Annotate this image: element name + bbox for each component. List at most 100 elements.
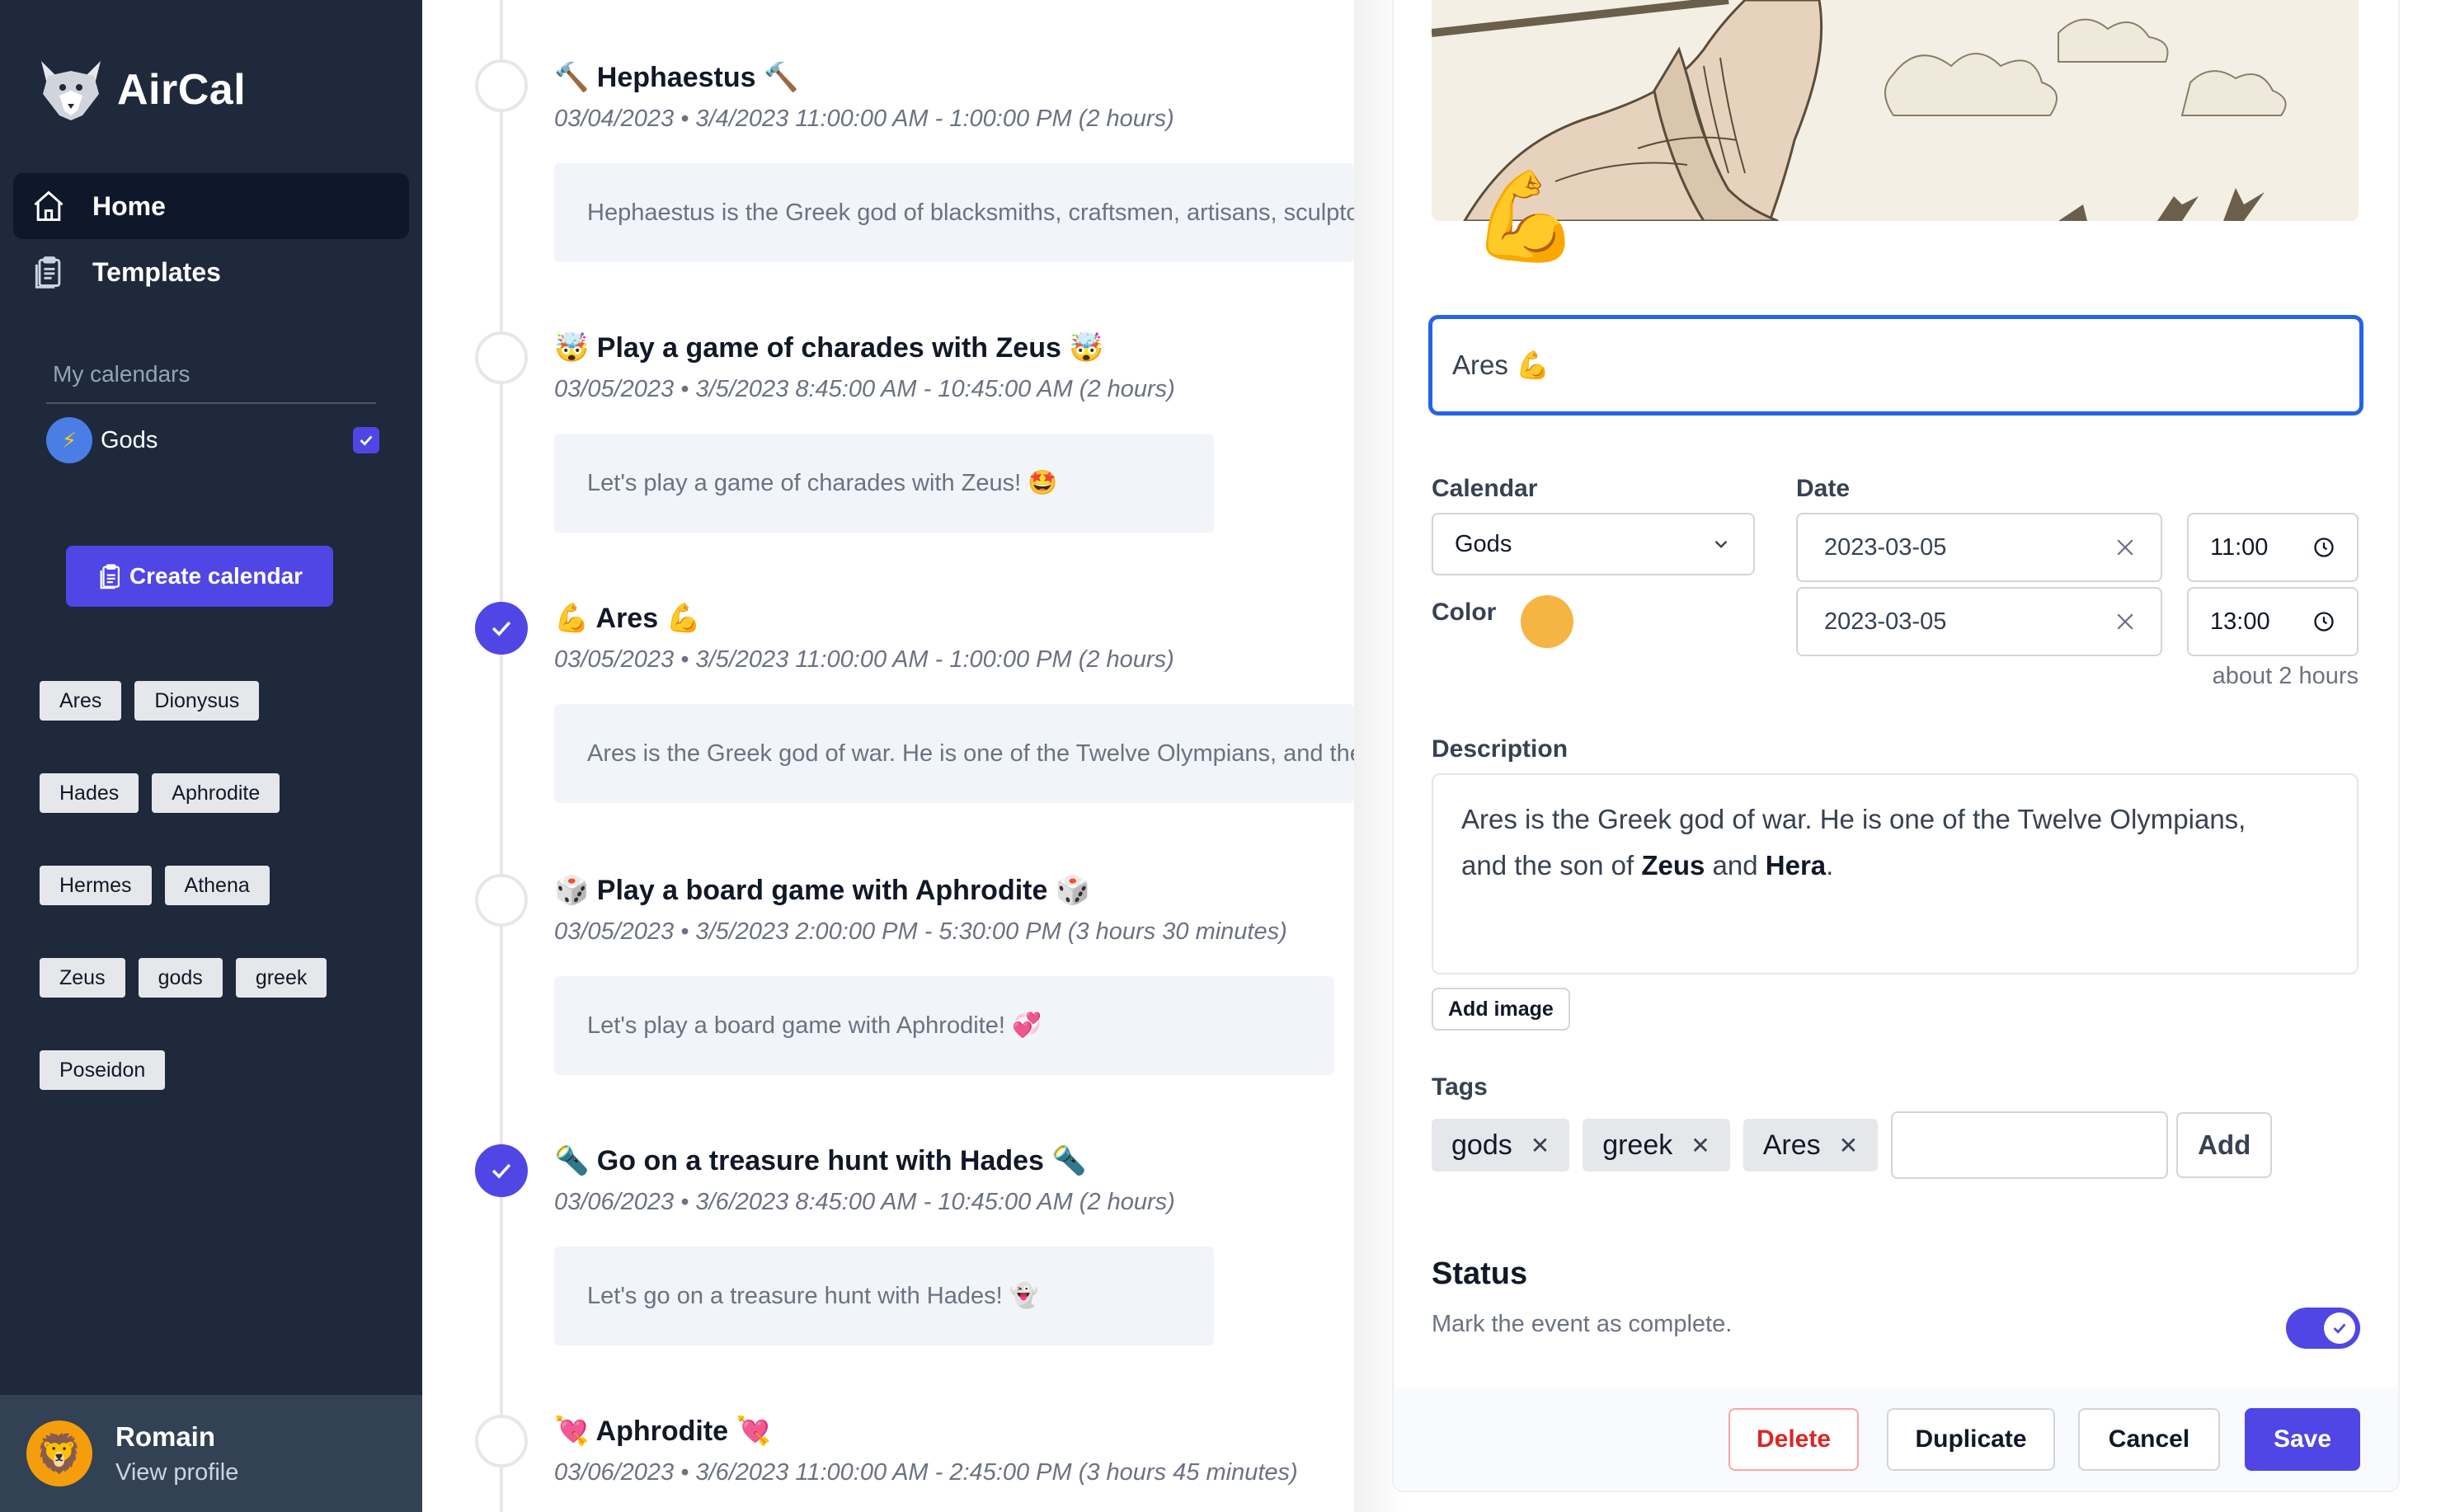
timeline-marker[interactable] xyxy=(475,59,528,112)
timeline-marker[interactable] xyxy=(475,874,528,927)
tag-chip[interactable]: Athena xyxy=(164,866,270,905)
end-date-input[interactable]: 2023-03-05 xyxy=(1796,587,2162,656)
lightning-icon: ⚡ xyxy=(61,427,78,453)
event-description[interactable]: Let's go on a treasure hunt with Hades! … xyxy=(554,1247,1214,1345)
lion-face-icon: 🦁 xyxy=(35,1431,83,1475)
event-date: 03/04/2023 • 3/4/2023 11:00:00 AM - 1:00… xyxy=(554,106,1174,132)
end-time-input[interactable]: 13:00 xyxy=(2187,587,2359,656)
remove-tag-icon[interactable]: ✕ xyxy=(1691,1132,1710,1159)
clipboard-add-icon xyxy=(96,562,125,590)
tag-pill-label: greek xyxy=(1602,1129,1673,1161)
calendar-select-value: Gods xyxy=(1455,530,1512,557)
event-title[interactable]: 💘 Aphrodite 💘 xyxy=(554,1415,771,1448)
event-title-input[interactable] xyxy=(1428,315,2363,416)
calendar-checkbox[interactable] xyxy=(353,427,379,453)
tag-chip[interactable]: gods xyxy=(138,958,223,998)
tag-pill: gods ✕ xyxy=(1432,1119,1570,1172)
toggle-knob xyxy=(2324,1312,2355,1344)
tag-cloud: Ares Dionysus Hades Aphrodite Hermes Ath… xyxy=(40,681,369,1090)
tag-chip[interactable]: Zeus xyxy=(40,958,125,998)
nav-templates[interactable]: Templates xyxy=(13,239,409,305)
tag-chip[interactable]: greek xyxy=(235,958,327,998)
calendar-avatar: ⚡ xyxy=(46,417,92,463)
timeline-marker-complete[interactable] xyxy=(475,1144,528,1197)
calendar-item-gods[interactable]: ⚡ Gods xyxy=(46,417,379,463)
save-button[interactable]: Save xyxy=(2245,1408,2360,1471)
remove-tag-icon[interactable]: ✕ xyxy=(1531,1132,1550,1159)
add-tag-button[interactable]: Add xyxy=(2176,1112,2273,1178)
event-date: 03/05/2023 • 3/5/2023 8:45:00 AM - 10:45… xyxy=(554,376,1175,402)
event-title[interactable]: 🤯 Play a game of charades with Zeus 🤯 xyxy=(554,331,1104,364)
clear-icon[interactable] xyxy=(2113,535,2138,560)
check-icon xyxy=(360,435,373,446)
start-date-value: 2023-03-05 xyxy=(1824,533,1947,561)
start-time-input[interactable]: 11:00 xyxy=(2187,513,2359,582)
timeline-marker-complete[interactable] xyxy=(475,602,528,655)
tag-pill: greek ✕ xyxy=(1583,1119,1730,1172)
duration-text: about 2 hours xyxy=(2212,663,2359,689)
event-timeline: 🔨 Hephaestus 🔨 03/04/2023 • 3/4/2023 11:… xyxy=(422,0,1354,1512)
complete-toggle[interactable] xyxy=(2286,1308,2360,1349)
check-icon xyxy=(2333,1323,2346,1334)
description-line: Ares is the Greek god of war. He is one … xyxy=(1461,804,2246,834)
description-line: and the son of Zeus and Hera. xyxy=(1461,843,2329,889)
create-calendar-label: Create calendar xyxy=(129,563,303,589)
event-emoji[interactable]: 💪 xyxy=(1471,173,1580,261)
start-date-input[interactable]: 2023-03-05 xyxy=(1796,513,2162,582)
description-text: and the son of xyxy=(1461,850,1642,880)
tags-label: Tags xyxy=(1432,1073,1488,1101)
nav-home[interactable]: Home xyxy=(13,173,409,239)
sidebar: AirCal Home Templates My calendars ⚡ God… xyxy=(0,0,422,1512)
tag-chip[interactable]: Hades xyxy=(40,773,139,813)
date-label: Date xyxy=(1796,475,1851,502)
calendar-name: Gods xyxy=(101,426,158,453)
divider xyxy=(46,402,376,404)
clear-icon[interactable] xyxy=(2113,609,2138,634)
event-title[interactable]: 🎲 Play a board game with Aphrodite 🎲 xyxy=(554,874,1090,907)
tag-chip[interactable]: Poseidon xyxy=(40,1050,166,1090)
add-image-button[interactable]: Add image xyxy=(1432,988,1570,1031)
timeline-marker[interactable] xyxy=(475,1415,528,1467)
event-title[interactable]: 💪 Ares 💪 xyxy=(554,602,701,635)
duplicate-button[interactable]: Duplicate xyxy=(1887,1408,2055,1471)
event-date: 03/05/2023 • 3/5/2023 11:00:00 AM - 1:00… xyxy=(554,646,1174,673)
nav-templates-label: Templates xyxy=(92,256,221,287)
clock-icon xyxy=(2314,612,2334,632)
timeline-line xyxy=(500,0,503,1512)
cancel-button[interactable]: Cancel xyxy=(2078,1408,2220,1471)
description-label: Description xyxy=(1432,735,1569,763)
description-text: . xyxy=(1826,850,1834,880)
tag-input[interactable] xyxy=(1891,1111,2169,1179)
event-date: 03/05/2023 • 3/5/2023 2:00:00 PM - 5:30:… xyxy=(554,918,1287,945)
tag-pill-label: gods xyxy=(1451,1129,1512,1161)
tags-row: gods ✕ greek ✕ Ares ✕ Add xyxy=(1432,1111,2273,1179)
calendar-select[interactable]: Gods xyxy=(1432,513,1755,575)
event-description[interactable]: Ares is the Greek god of war. He is one … xyxy=(554,704,1354,803)
timeline-marker[interactable] xyxy=(475,331,528,384)
check-icon xyxy=(491,621,511,636)
status-description: Mark the event as complete. xyxy=(1432,1311,1733,1337)
delete-button[interactable]: Delete xyxy=(1728,1408,1859,1471)
event-title[interactable]: 🔨 Hephaestus 🔨 xyxy=(554,61,798,94)
color-label: Color xyxy=(1432,599,1497,626)
tag-chip[interactable]: Aphrodite xyxy=(152,773,280,813)
event-description[interactable]: Hephaestus is the Greek god of blacksmit… xyxy=(554,163,1354,262)
color-picker[interactable] xyxy=(1521,595,1573,648)
app-logo[interactable]: AirCal xyxy=(36,58,246,122)
description-bold-hera: Hera xyxy=(1765,850,1827,880)
event-description[interactable]: Let's play a game of charades with Zeus!… xyxy=(554,434,1214,533)
tag-chip[interactable]: Dionysus xyxy=(134,681,260,721)
start-time-value: 11:00 xyxy=(2210,533,2269,561)
profile-section[interactable]: 🦁 Romain View profile xyxy=(0,1395,422,1512)
tag-chip[interactable]: Ares xyxy=(40,681,122,721)
tag-chip[interactable]: Hermes xyxy=(40,866,152,905)
view-profile-link[interactable]: View profile xyxy=(115,1459,238,1486)
create-calendar-button[interactable]: Create calendar xyxy=(66,546,333,607)
tag-pill-label: Ares xyxy=(1762,1129,1821,1161)
remove-tag-icon[interactable]: ✕ xyxy=(1839,1132,1858,1159)
event-title[interactable]: 🔦 Go on a treasure hunt with Hades 🔦 xyxy=(554,1144,1087,1177)
event-date: 03/06/2023 • 3/6/2023 8:45:00 AM - 10:45… xyxy=(554,1189,1175,1215)
event-description[interactable]: Let's play a board game with Aphrodite! … xyxy=(554,976,1334,1075)
description-editor[interactable]: Ares is the Greek god of war. He is one … xyxy=(1432,773,2359,974)
avatar: 🦁 xyxy=(26,1420,92,1486)
